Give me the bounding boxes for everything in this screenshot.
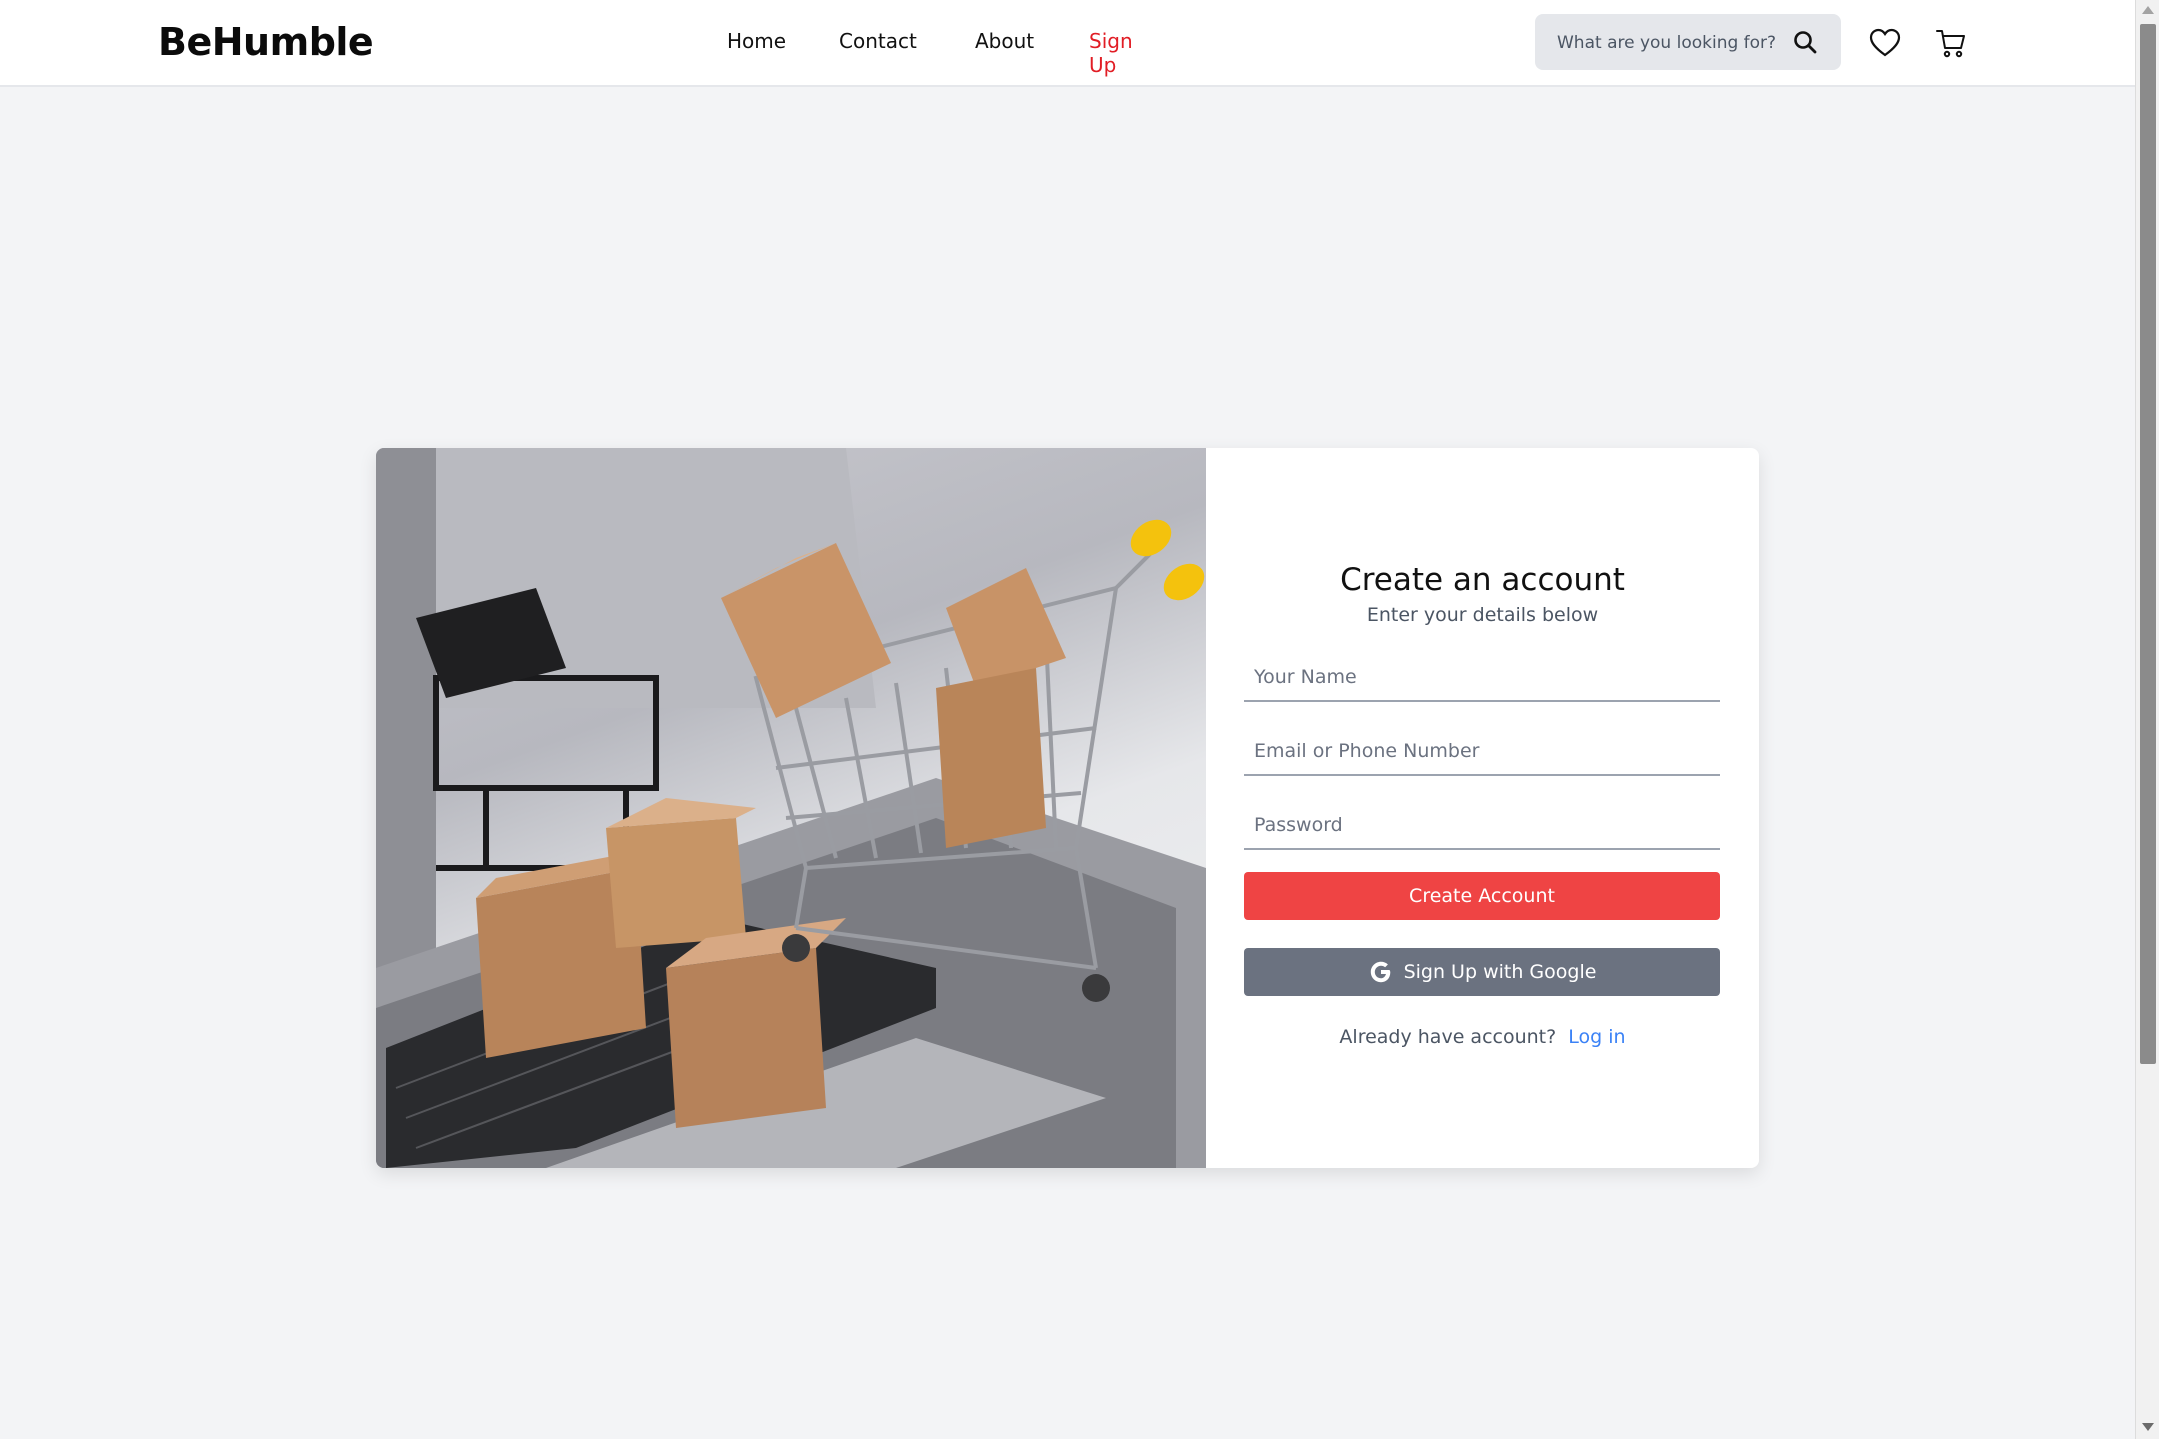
password-field[interactable] — [1244, 802, 1720, 850]
cart-icon[interactable] — [1934, 26, 1968, 60]
google-signup-label: Sign Up with Google — [1403, 961, 1597, 983]
nav-contact[interactable]: Contact — [839, 29, 917, 53]
login-prompt: Already have account? — [1339, 1026, 1557, 1048]
create-account-label: Create Account — [1409, 885, 1555, 907]
google-signup-button[interactable]: Sign Up with Google — [1244, 948, 1720, 996]
email-field[interactable] — [1244, 728, 1720, 776]
nav-sign-up[interactable]: Sign Up — [1089, 29, 1133, 77]
search-input[interactable] — [1555, 28, 1784, 58]
nav-home[interactable]: Home — [727, 29, 786, 53]
search-icon[interactable] — [1791, 28, 1821, 58]
form-subtitle: Enter your details below — [1366, 604, 1599, 626]
signup-card: Create an account Enter your details bel… — [376, 448, 1759, 1168]
signup-form: Create an account Enter your details bel… — [1206, 448, 1759, 1168]
search-box — [1535, 14, 1841, 70]
hero-image — [376, 448, 1206, 1168]
logo[interactable]: BeHumble — [158, 20, 374, 64]
login-link[interactable]: Log in — [1568, 1026, 1625, 1048]
header: BeHumble Home Contact About Sign Up — [0, 0, 2135, 87]
google-icon — [1368, 959, 1394, 985]
form-title: Create an account — [1340, 562, 1625, 598]
login-row: Already have account? Log in — [1206, 1026, 1759, 1048]
scroll-thumb[interactable] — [2140, 24, 2156, 1064]
scroll-up-icon[interactable] — [2142, 6, 2154, 14]
scroll-down-icon[interactable] — [2142, 1423, 2154, 1431]
create-account-button[interactable]: Create Account — [1244, 872, 1720, 920]
name-field[interactable] — [1244, 654, 1720, 702]
page-scrollbar[interactable] — [2135, 0, 2159, 1439]
nav-about[interactable]: About — [975, 29, 1034, 53]
heart-icon[interactable] — [1868, 26, 1902, 60]
